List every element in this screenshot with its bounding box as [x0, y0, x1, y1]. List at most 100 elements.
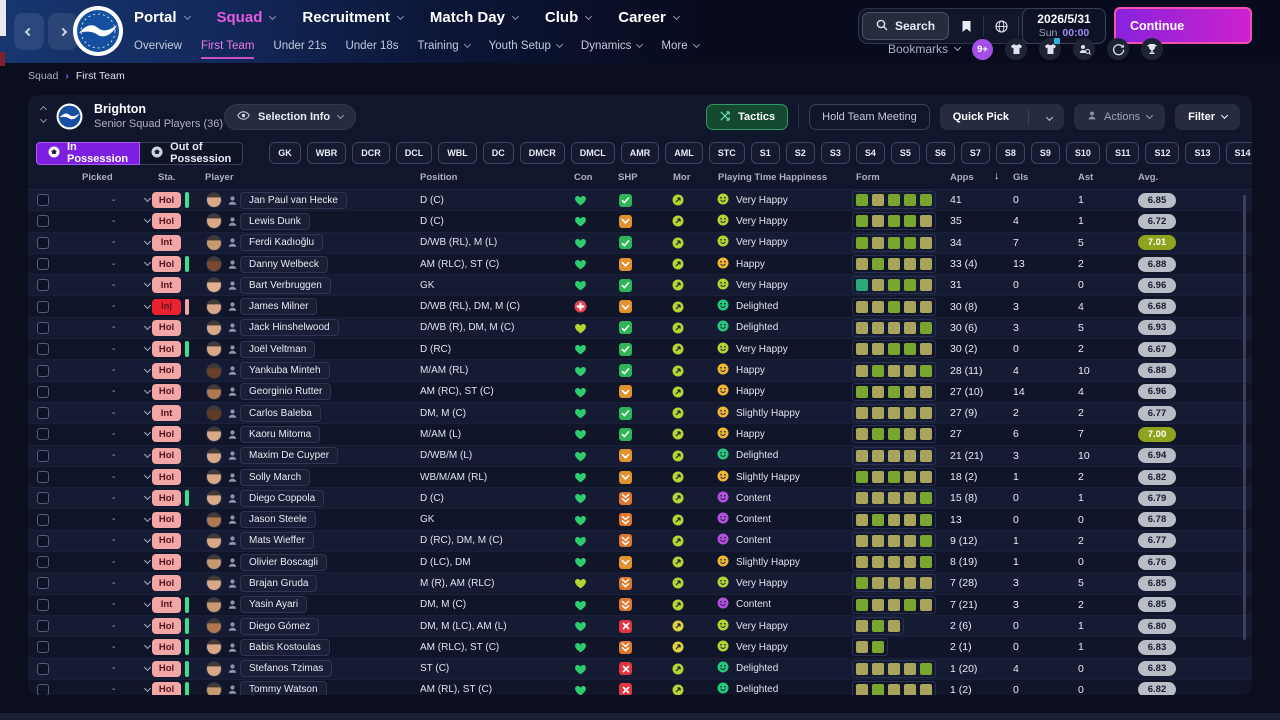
nav-portal[interactable]: Portal [134, 9, 191, 26]
picked-dropdown[interactable]: - [112, 616, 152, 636]
row-checkbox[interactable] [37, 471, 49, 483]
position-filter-chip-s2[interactable]: S2 [785, 142, 815, 164]
bookmarks-dropdown[interactable]: Bookmarks [888, 42, 962, 56]
position-filter-chip-dmcr[interactable]: DMCR [519, 142, 565, 164]
picked-dropdown[interactable]: - [112, 211, 152, 231]
subnav-dynamics[interactable]: Dynamics [581, 40, 644, 59]
player-name[interactable]: Danny Welbeck [240, 255, 328, 273]
row-checkbox[interactable] [37, 449, 49, 462]
picked-dropdown[interactable]: - [112, 382, 152, 402]
club-info-button[interactable] [1039, 38, 1062, 60]
team-selector-steppers[interactable] [39, 104, 48, 124]
vertical-scrollbar[interactable] [1243, 195, 1246, 640]
filter-dropdown[interactable]: Filter [1175, 104, 1240, 130]
player-row-bart-verbruggen[interactable]: - Int Bart Verbruggen GK Very Happy 31 0 0 6.96 [28, 275, 1252, 297]
player-name[interactable]: Diego Coppola [240, 489, 325, 507]
row-checkbox[interactable] [37, 364, 49, 377]
picked-dropdown[interactable]: - [112, 488, 152, 508]
row-checkbox[interactable] [37, 577, 49, 590]
player-row-solly-march[interactable]: - Hol Solly March WB/M/AM (RL) Slightly Happ… [28, 466, 1252, 489]
row-checkbox[interactable] [37, 215, 49, 228]
player-name[interactable]: Diego Gómez [240, 617, 320, 635]
position-filter-chip-gk[interactable]: GK [269, 142, 301, 164]
row-checkbox[interactable] [37, 556, 49, 569]
row-checkbox[interactable] [37, 428, 49, 441]
row-checkbox[interactable] [37, 279, 49, 292]
subnav-youth-setup[interactable]: Youth Setup [489, 40, 563, 59]
picked-dropdown[interactable]: - [112, 573, 152, 593]
world-button[interactable] [984, 12, 1018, 40]
position-filter-chip-amr[interactable]: AMR [620, 142, 660, 164]
picked-dropdown[interactable]: - [112, 659, 152, 679]
position-filter-chip-s9[interactable]: S9 [1030, 142, 1060, 164]
picked-dropdown[interactable]: - [112, 339, 152, 359]
player-name[interactable]: Maxim De Cuyper [240, 447, 339, 465]
nav-recruitment[interactable]: Recruitment [302, 9, 404, 26]
player-name[interactable]: Brajan Gruda [240, 574, 318, 592]
selection-info-dropdown[interactable]: Selection Info [224, 104, 357, 130]
bookmark-button[interactable] [949, 12, 983, 40]
actions-dropdown[interactable]: Actions [1074, 104, 1166, 130]
position-filter-chip-s12[interactable]: S12 [1145, 142, 1180, 164]
column-header-playing-time-happiness[interactable]: Playing Time Happiness [718, 172, 827, 183]
subnav-training[interactable]: Training [418, 40, 471, 59]
row-checkbox[interactable] [37, 662, 49, 675]
position-filter-chip-s3[interactable]: S3 [820, 142, 850, 164]
player-name[interactable]: Olivier Boscagli [240, 553, 327, 571]
player-name[interactable]: Stefanos Tzimas [240, 660, 333, 678]
nav-squad[interactable]: Squad [217, 9, 277, 26]
position-filter-chip-aml[interactable]: AML [665, 142, 703, 164]
picked-dropdown[interactable]: - [112, 233, 152, 253]
row-checkbox[interactable] [37, 620, 49, 633]
picked-dropdown[interactable]: - [112, 424, 152, 444]
row-checkbox[interactable] [37, 194, 49, 207]
position-filter-chip-s7[interactable]: S7 [960, 142, 990, 164]
position-filter-chip-dcl[interactable]: DCL [395, 142, 433, 164]
position-filter-chip-wbr[interactable]: WBR [306, 142, 347, 164]
nav-match-day[interactable]: Match Day [430, 9, 519, 26]
picked-dropdown[interactable]: - [112, 552, 152, 572]
row-checkbox[interactable] [37, 492, 49, 505]
position-filter-chip-s8[interactable]: S8 [995, 142, 1025, 164]
player-row-ferdi-kad-o-lu[interactable]: - Int Ferdi Kadıoğlu D/WB (RL), M (L) Very H… [28, 232, 1252, 254]
subnav-first-team[interactable]: First Team [200, 40, 255, 59]
picked-dropdown[interactable]: - [112, 296, 152, 316]
squad-shirt-button[interactable] [1005, 38, 1028, 60]
row-checkbox[interactable] [37, 321, 49, 334]
picked-dropdown[interactable]: - [112, 446, 152, 466]
row-checkbox[interactable] [37, 683, 49, 695]
player-row-yankuba-minteh[interactable]: - Hol Yankuba Minteh M/AM (RL) Happy 28 (11) 4… [28, 360, 1252, 382]
picked-dropdown[interactable]: - [112, 403, 152, 423]
picked-dropdown[interactable]: - [112, 360, 152, 380]
player-row-babis-kostoulas[interactable]: - Hol Babis Kostoulas AM (RLC), ST (C) Very … [28, 637, 1252, 659]
position-filter-chip-stc[interactable]: STC [708, 142, 745, 164]
player-row-stefanos-tzimas[interactable]: - Hol Stefanos Tzimas ST (C) Delighted 1 (20)… [28, 658, 1252, 680]
player-name[interactable]: Yasin Ayari [240, 596, 308, 614]
column-header-avg[interactable]: Avg. [1138, 172, 1158, 183]
subnav-more[interactable]: More [661, 40, 700, 59]
player-row-yasin-ayari[interactable]: - Int Yasin Ayari DM, M (C) Content 7 (21) 3 2 6… [28, 594, 1252, 616]
picked-dropdown[interactable]: - [112, 595, 152, 615]
player-row-jack-hinshelwood[interactable]: - Hol Jack Hinshelwood D/WB (R), DM, M (C) D… [28, 317, 1252, 340]
picked-dropdown[interactable]: - [112, 275, 152, 295]
picked-dropdown[interactable]: - [112, 190, 152, 210]
player-row-james-milner[interactable]: - Inj James Milner D/WB (RL), DM, M (C) Deli… [28, 296, 1252, 318]
column-header-position[interactable]: Position [420, 172, 457, 183]
player-name[interactable]: Lewis Dunk [240, 212, 310, 230]
column-header-gls[interactable]: Gls [1013, 172, 1028, 183]
scouting-button[interactable] [1073, 38, 1096, 60]
row-checkbox[interactable] [37, 343, 49, 356]
subnav-under-21s[interactable]: Under 21s [273, 40, 326, 59]
position-filter-chip-dcr[interactable]: DCR [352, 142, 390, 164]
player-row-diego-g-mez[interactable]: - Hol Diego Gómez DM, M (LC), AM (L) Very Ha… [28, 615, 1252, 638]
picked-dropdown[interactable]: - [112, 509, 152, 529]
position-filter-chip-dmcl[interactable]: DMCL [570, 142, 615, 164]
player-name[interactable]: Tommy Watson [240, 681, 327, 695]
hold-team-meeting-button[interactable]: Hold Team Meeting [809, 104, 930, 130]
picked-dropdown[interactable]: - [112, 318, 152, 338]
in-possession-toggle[interactable]: In Possession [36, 141, 141, 165]
column-header-player[interactable]: Player [205, 172, 234, 183]
column-header-con[interactable]: Con [574, 172, 592, 183]
position-filter-chip-s13[interactable]: S13 [1185, 142, 1220, 164]
column-header-mor[interactable]: Mor [673, 172, 690, 183]
